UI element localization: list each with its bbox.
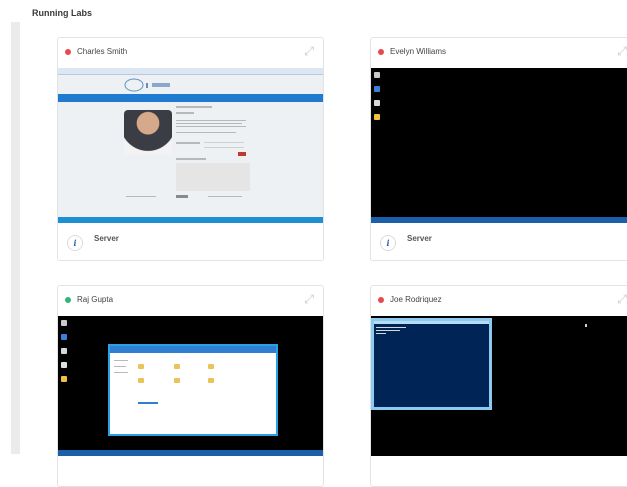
doc-icon xyxy=(374,100,380,106)
section-title: Running Labs xyxy=(32,8,92,18)
left-rail xyxy=(11,22,20,454)
folder-icon xyxy=(61,376,67,382)
lab-screen-preview[interactable] xyxy=(58,316,323,456)
lab-card-header: Charles Smith ⤢ xyxy=(58,38,323,66)
selected-drive xyxy=(138,402,158,404)
folder-icon xyxy=(208,378,214,383)
footer-line xyxy=(208,196,242,197)
expand-icon[interactable]: ⤢ xyxy=(302,44,316,58)
recycle-bin-icon xyxy=(61,320,67,326)
support-photo xyxy=(124,110,172,154)
explorer-ribbon xyxy=(110,346,276,353)
browser-window xyxy=(58,68,323,217)
app-icon xyxy=(374,86,380,92)
submit-button xyxy=(238,152,246,156)
footer-line xyxy=(126,196,156,197)
browser-address-bar xyxy=(58,68,323,75)
lab-card-footer: i Server xyxy=(58,226,323,260)
expand-icon[interactable]: ⤢ xyxy=(615,292,627,306)
lab-card-header: Raj Gupta ⤢ xyxy=(58,286,323,314)
expand-icon[interactable]: ⤢ xyxy=(615,44,627,58)
mouse-cursor xyxy=(585,324,587,327)
info-icon[interactable]: i xyxy=(380,235,396,251)
doc-icon xyxy=(61,348,67,354)
site-nav-band xyxy=(58,94,323,102)
console-window xyxy=(371,318,492,410)
content-line xyxy=(176,126,246,127)
nav-pane-line xyxy=(114,372,128,373)
content-line xyxy=(176,123,242,124)
expand-icon[interactable]: ⤢ xyxy=(302,292,316,306)
content-line xyxy=(176,158,206,160)
site-logo xyxy=(124,78,190,92)
console-title-bar xyxy=(374,321,489,324)
status-dot-icon xyxy=(65,297,71,303)
server-label: Server xyxy=(407,234,432,243)
nav-pane-line xyxy=(114,366,126,367)
lab-user-name: Evelyn Williams xyxy=(390,47,447,56)
lab-card-header: Joe Rodriquez ⤢ xyxy=(371,286,627,314)
input-field xyxy=(204,147,244,148)
console-text-line xyxy=(376,327,406,328)
folder-icon xyxy=(374,114,380,120)
doc-icon xyxy=(61,362,67,368)
info-panel xyxy=(176,163,250,191)
taskbar xyxy=(58,450,323,456)
lab-card-joe-rodriquez[interactable]: Joe Rodriquez ⤢ xyxy=(370,285,627,487)
taskbar xyxy=(58,217,323,223)
nav-pane-line xyxy=(114,360,128,361)
recycle-bin-icon xyxy=(374,72,380,78)
lab-card-footer: i Server xyxy=(371,226,627,260)
lab-card-charles-smith[interactable]: Charles Smith ⤢ i Server xyxy=(57,37,324,261)
status-dot-icon xyxy=(378,49,384,55)
folder-icon xyxy=(174,378,180,383)
folder-icon xyxy=(138,378,144,383)
status-dot-icon xyxy=(65,49,71,55)
status-dot-icon xyxy=(378,297,384,303)
console-text-line xyxy=(376,333,386,334)
console-text-line xyxy=(376,330,400,331)
footer-logos xyxy=(176,195,188,198)
lab-card-raj-gupta[interactable]: Raj Gupta ⤢ xyxy=(57,285,324,487)
folder-icon xyxy=(138,364,144,369)
lab-user-name: Raj Gupta xyxy=(77,295,114,304)
folder-icon xyxy=(208,364,214,369)
folder-icon xyxy=(174,364,180,369)
lab-screen-preview[interactable] xyxy=(371,316,627,456)
lab-card-header: Evelyn Williams ⤢ xyxy=(371,38,627,66)
input-field xyxy=(204,142,244,143)
lab-card-evelyn-williams[interactable]: Evelyn Williams ⤢ i Server xyxy=(370,37,627,261)
lab-user-name: Joe Rodriquez xyxy=(390,295,442,304)
content-line xyxy=(176,106,212,108)
app-icon xyxy=(61,334,67,340)
info-icon[interactable]: i xyxy=(67,235,83,251)
server-label: Server xyxy=(94,234,119,243)
lab-screen-preview[interactable] xyxy=(371,68,627,223)
content-line xyxy=(176,142,200,144)
content-line xyxy=(176,132,236,133)
content-line xyxy=(176,112,194,114)
content-line xyxy=(176,120,246,121)
lab-screen-preview[interactable] xyxy=(58,68,323,223)
lab-user-name: Charles Smith xyxy=(77,47,128,56)
file-explorer-window xyxy=(108,344,278,436)
taskbar xyxy=(371,217,627,223)
